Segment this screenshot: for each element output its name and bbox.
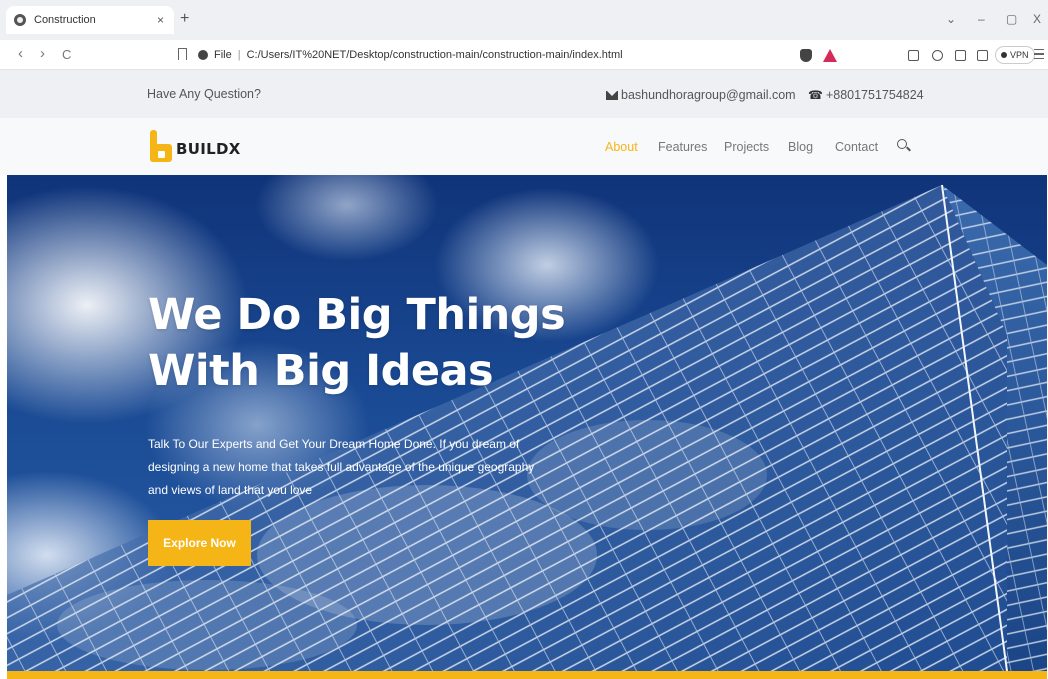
restore-button[interactable]: ▢ bbox=[1006, 12, 1017, 26]
explore-now-button[interactable]: Explore Now bbox=[148, 520, 251, 566]
vpn-label: VPN bbox=[1010, 50, 1029, 60]
nav-link-about[interactable]: About bbox=[605, 140, 638, 154]
top-contact-bar: Have Any Question? bashundhoragroup@gmai… bbox=[0, 70, 1048, 118]
close-window-button[interactable]: X bbox=[1033, 12, 1041, 26]
url-scheme-label: File bbox=[214, 49, 232, 61]
logo-text: BUILDX bbox=[176, 140, 241, 158]
back-button[interactable]: ‹ bbox=[18, 46, 23, 62]
logo[interactable]: BUILDX bbox=[148, 130, 241, 162]
brave-rewards-icon[interactable] bbox=[823, 49, 837, 62]
extensions-icon[interactable] bbox=[908, 50, 919, 61]
minimize-button[interactable]: – bbox=[978, 12, 985, 26]
url-text: C:/Users/IT%20NET/Desktop/construction-m… bbox=[246, 49, 623, 61]
nav-link-features[interactable]: Features bbox=[658, 140, 707, 154]
search-icon[interactable] bbox=[897, 139, 907, 149]
question-text: Have Any Question? bbox=[147, 87, 261, 101]
phone-contact[interactable]: ☎ +8801751754824 bbox=[808, 88, 924, 102]
brave-shield-icon[interactable] bbox=[800, 49, 812, 62]
hero-title-line-1: We Do Big Things bbox=[148, 290, 566, 340]
globe-icon bbox=[14, 14, 26, 26]
url-separator: | bbox=[237, 49, 241, 61]
phone-text: +8801751754824 bbox=[825, 88, 924, 102]
info-icon bbox=[198, 50, 208, 60]
email-contact[interactable]: bashundhoragroup@gmail.com bbox=[606, 88, 796, 102]
tab-title: Construction bbox=[34, 14, 96, 26]
hero-section: We Do Big Things With Big Ideas Talk To … bbox=[7, 175, 1047, 671]
address-bar: ‹ › C File | C:/Users/IT%20NET/Desktop/c… bbox=[0, 40, 1048, 70]
new-tab-button[interactable]: + bbox=[180, 11, 189, 27]
wallet-icon[interactable] bbox=[977, 50, 988, 61]
skyscraper-image bbox=[7, 184, 1047, 671]
email-text: bashundhoragroup@gmail.com bbox=[621, 88, 796, 102]
vpn-icon bbox=[1001, 52, 1007, 58]
main-navigation: BUILDX bbox=[0, 118, 1048, 175]
nav-link-blog[interactable]: Blog bbox=[788, 140, 813, 154]
sidebar-icon[interactable] bbox=[955, 50, 966, 61]
browser-tab-strip: Construction × + ⌄ – ▢ X bbox=[0, 0, 1048, 40]
hero-title-line-2: With Big Ideas bbox=[148, 346, 494, 396]
url-field[interactable]: File | C:/Users/IT%20NET/Desktop/constru… bbox=[198, 44, 838, 66]
forward-button[interactable]: › bbox=[40, 46, 45, 62]
browser-tab[interactable]: Construction × bbox=[6, 6, 174, 34]
reload-button[interactable]: C bbox=[62, 47, 71, 63]
media-icon[interactable] bbox=[932, 50, 943, 61]
nav-link-contact[interactable]: Contact bbox=[835, 140, 878, 154]
tab-list-button[interactable]: ⌄ bbox=[946, 12, 956, 26]
nav-link-projects[interactable]: Projects bbox=[724, 140, 769, 154]
hero-description: Talk To Our Experts and Get Your Dream H… bbox=[148, 437, 535, 497]
house-logo-icon bbox=[148, 130, 172, 162]
tab-close-button[interactable]: × bbox=[155, 13, 166, 27]
envelope-icon bbox=[606, 90, 618, 100]
hero-title: We Do Big Things With Big Ideas bbox=[148, 287, 566, 399]
bookmark-icon[interactable] bbox=[178, 48, 187, 60]
menu-icon[interactable] bbox=[1034, 49, 1044, 59]
phone-icon: ☎ bbox=[808, 88, 823, 102]
vpn-button[interactable]: VPN bbox=[995, 46, 1035, 64]
hero-accent-strip bbox=[7, 671, 1047, 679]
